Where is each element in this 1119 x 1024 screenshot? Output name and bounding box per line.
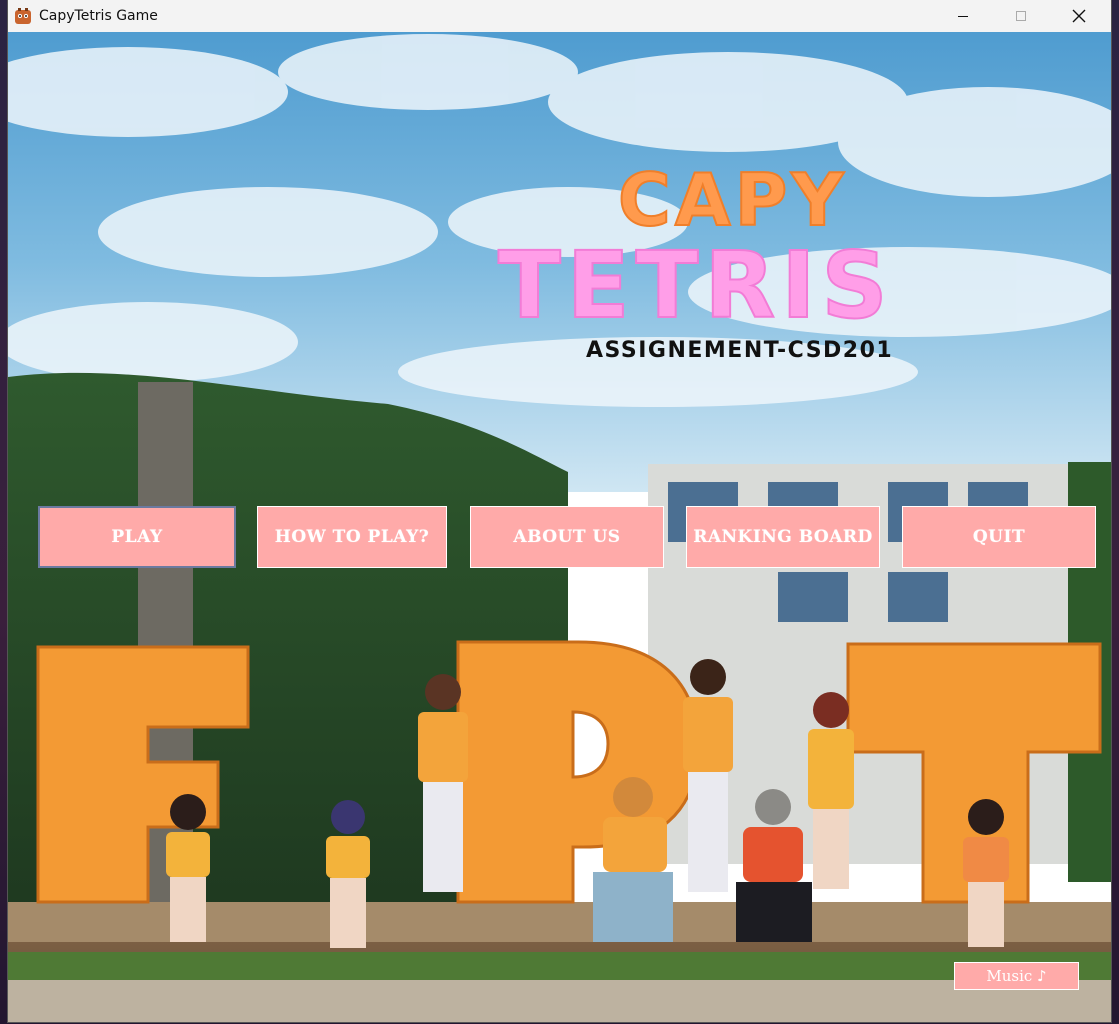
minimize-icon <box>958 16 968 17</box>
maximize-icon <box>1016 11 1026 21</box>
about-us-button[interactable]: ABOUT US <box>470 506 664 568</box>
minimize-button[interactable] <box>940 0 986 32</box>
app-icon <box>15 8 31 24</box>
logo-line-1: CAPY <box>618 158 847 242</box>
window-title: CapyTetris Game <box>39 8 158 24</box>
music-toggle-button[interactable]: Music ♪ <box>954 962 1079 990</box>
logo-line-2: TETRIS <box>498 232 894 337</box>
maximize-button[interactable] <box>998 0 1044 32</box>
ranking-board-button[interactable]: RANKING BOARD <box>686 506 880 568</box>
close-icon <box>1072 9 1086 23</box>
game-menu-scene: CAPY TETRIS ASSIGNEMENT-CSD201 PLAY HOW … <box>8 32 1111 1022</box>
quit-button[interactable]: QUIT <box>902 506 1096 568</box>
game-logo: CAPY TETRIS <box>497 157 894 337</box>
character-1 <box>166 794 210 942</box>
assignment-subtitle: ASSIGNEMENT-CSD201 <box>586 338 894 363</box>
play-button[interactable]: PLAY <box>38 506 236 568</box>
close-button[interactable] <box>1056 0 1102 32</box>
app-window: CapyTetris Game CAPY TETRIS ASSIGNEMENT-… <box>8 0 1111 1022</box>
how-to-play-button[interactable]: HOW TO PLAY? <box>257 506 447 568</box>
title-bar[interactable]: CapyTetris Game <box>8 0 1111 32</box>
